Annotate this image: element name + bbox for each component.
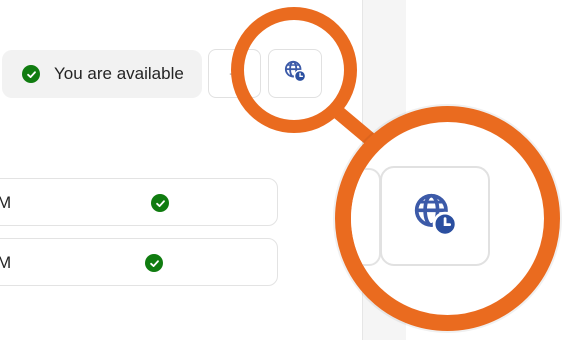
magnified-view <box>351 122 544 315</box>
list-item-label: M <box>0 253 12 272</box>
list-item[interactable]: M <box>0 178 278 226</box>
availability-status-pill[interactable]: You are available <box>2 50 202 98</box>
callout-highlight-ring <box>231 7 357 133</box>
available-check-icon <box>145 254 163 272</box>
magnified-timezone-button <box>380 166 490 266</box>
available-check-icon <box>151 194 169 212</box>
available-check-icon <box>22 65 40 83</box>
list-item[interactable]: M <box>0 238 278 286</box>
callout-magnifier <box>335 106 560 331</box>
availability-status-text: You are available <box>54 64 184 83</box>
magnified-adjacent-button <box>351 168 381 266</box>
globe-clock-icon <box>413 192 458 241</box>
list-item-label: M <box>0 193 12 212</box>
